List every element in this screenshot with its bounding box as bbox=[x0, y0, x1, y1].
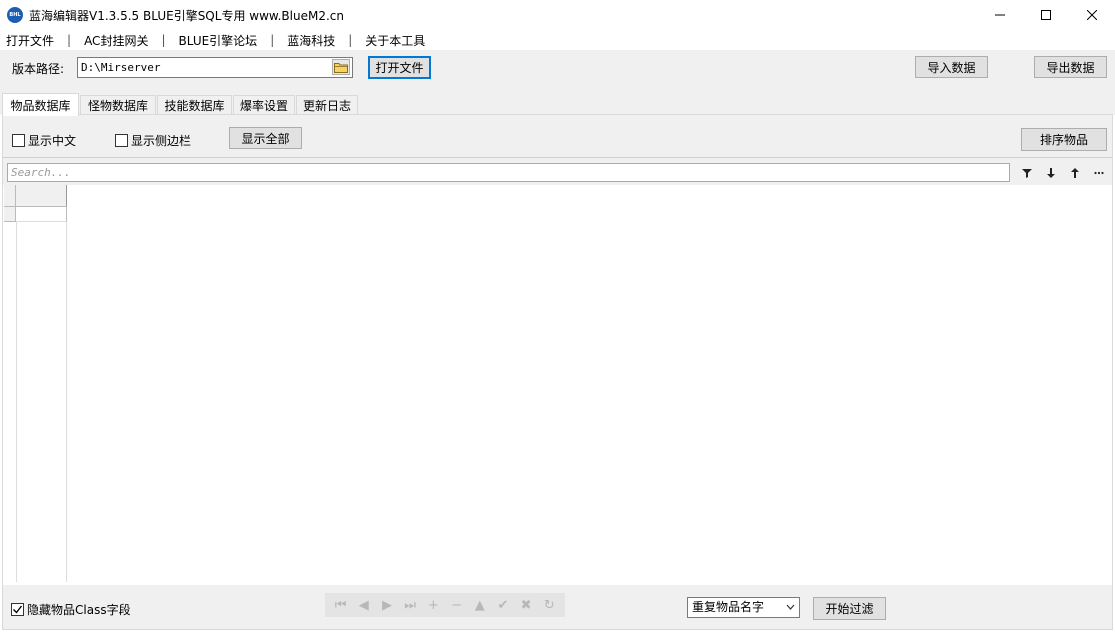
cancel-record-button[interactable]: ✖ bbox=[516, 595, 536, 615]
arrow-down-icon bbox=[1047, 167, 1055, 178]
menu-separator: | bbox=[67, 33, 72, 47]
tab-changelog[interactable]: 更新日志 bbox=[296, 95, 358, 115]
first-icon: ⏮ bbox=[334, 597, 347, 613]
import-data-button[interactable]: 导入数据 bbox=[915, 56, 988, 78]
item-toolbar: 显示中文 显示侧边栏 显示全部 排序物品 bbox=[3, 115, 1112, 157]
filter-icon bbox=[1022, 168, 1032, 178]
menu-lanhai-tech[interactable]: 蓝海科技 bbox=[287, 32, 335, 49]
path-label: 版本路径: bbox=[12, 62, 65, 76]
cross-icon: ✖ bbox=[520, 597, 532, 613]
grid-row-header[interactable] bbox=[4, 207, 16, 222]
sort-descending-button[interactable] bbox=[1039, 163, 1063, 182]
search-row: Search... bbox=[3, 157, 1112, 185]
chevron-down-icon bbox=[786, 598, 795, 624]
menu-separator: | bbox=[270, 33, 275, 47]
show-all-button[interactable]: 显示全部 bbox=[229, 127, 302, 149]
first-record-button[interactable]: ⏮ bbox=[331, 595, 351, 615]
checkbox-box-checked bbox=[11, 603, 24, 616]
menu-open-file[interactable]: 打开文件 bbox=[6, 32, 54, 49]
hide-class-label: 隐藏物品Class字段 bbox=[27, 603, 131, 617]
close-button[interactable] bbox=[1069, 0, 1115, 30]
show-sidebar-checkbox[interactable]: 显示侧边栏 bbox=[115, 132, 191, 149]
browse-folder-button[interactable] bbox=[332, 59, 350, 75]
grid-column-header[interactable] bbox=[16, 185, 67, 207]
folder-icon bbox=[334, 62, 348, 73]
checkbox-box bbox=[115, 134, 128, 147]
minimize-icon bbox=[995, 14, 1005, 16]
tab-panel: 显示中文 显示侧边栏 显示全部 排序物品 Search... 隐藏物品Class… bbox=[2, 114, 1113, 630]
sort-items-button[interactable]: 排序物品 bbox=[1021, 128, 1107, 151]
path-input[interactable]: D:\Mirserver bbox=[77, 57, 353, 78]
menu-separator: | bbox=[348, 33, 353, 47]
triangle-up-icon: ▲ bbox=[474, 597, 485, 613]
item-data-grid[interactable] bbox=[4, 185, 1111, 585]
prev-page-icon: ◀ bbox=[358, 597, 369, 613]
refresh-icon: ↻ bbox=[543, 597, 555, 613]
record-navigator: ⏮ ◀ ▶ ⏭ + − ▲ ✔ ✖ ↻ bbox=[325, 593, 565, 617]
more-options-button[interactable] bbox=[1087, 163, 1111, 182]
tab-item-database[interactable]: 物品数据库 bbox=[2, 93, 79, 116]
maximize-button[interactable] bbox=[1023, 0, 1069, 30]
search-tools bbox=[1015, 163, 1111, 182]
bottom-bar: 隐藏物品Class字段 ⏮ ◀ ▶ ⏭ + − ▲ ✔ ✖ ↻ 重复物品名字 开… bbox=[3, 585, 1112, 629]
tab-strip: 物品数据库 怪物数据库 技能数据库 爆率设置 更新日志 bbox=[0, 93, 1115, 116]
export-data-button[interactable]: 导出数据 bbox=[1034, 56, 1107, 78]
plus-icon: + bbox=[427, 597, 439, 613]
close-icon bbox=[1087, 10, 1097, 20]
tab-skill-database[interactable]: 技能数据库 bbox=[157, 95, 232, 115]
edit-record-button[interactable]: ▲ bbox=[470, 595, 490, 615]
checkmark-icon bbox=[13, 605, 23, 614]
prev-page-button[interactable]: ◀ bbox=[354, 595, 374, 615]
sort-ascending-button[interactable] bbox=[1063, 163, 1087, 182]
menu-blue-forum[interactable]: BLUE引擎论坛 bbox=[179, 32, 258, 49]
grid-corner[interactable] bbox=[4, 185, 16, 207]
next-page-icon: ▶ bbox=[381, 597, 392, 613]
add-record-button[interactable]: + bbox=[423, 595, 443, 615]
minimize-button[interactable] bbox=[977, 0, 1023, 30]
show-chinese-checkbox[interactable]: 显示中文 bbox=[12, 132, 76, 149]
show-sidebar-label: 显示侧边栏 bbox=[131, 134, 192, 148]
delete-record-button[interactable]: − bbox=[447, 595, 467, 615]
last-icon: ⏭ bbox=[404, 597, 416, 613]
post-record-button[interactable]: ✔ bbox=[493, 595, 513, 615]
next-page-button[interactable]: ▶ bbox=[377, 595, 397, 615]
last-record-button[interactable]: ⏭ bbox=[400, 595, 420, 615]
ellipsis-icon bbox=[1094, 171, 1104, 174]
path-bar: 版本路径: D:\Mirserver 打开文件 导入数据 导出数据 bbox=[0, 50, 1115, 93]
refresh-button[interactable]: ↻ bbox=[539, 595, 559, 615]
show-chinese-label: 显示中文 bbox=[28, 134, 77, 148]
grid-column bbox=[16, 222, 67, 582]
open-file-button[interactable]: 打开文件 bbox=[368, 56, 431, 79]
menu-about[interactable]: 关于本工具 bbox=[365, 32, 425, 49]
hide-class-checkbox[interactable]: 隐藏物品Class字段 bbox=[11, 601, 131, 618]
tab-monster-database[interactable]: 怪物数据库 bbox=[80, 95, 156, 115]
arrow-up-icon bbox=[1071, 167, 1079, 178]
title-bar: BHL 蓝海编辑器V1.3.5.5 BLUE引擎SQL专用 www.BlueM2… bbox=[0, 0, 1115, 30]
window-title: 蓝海编辑器V1.3.5.5 BLUE引擎SQL专用 www.BlueM2.cn bbox=[29, 8, 344, 23]
maximize-icon bbox=[1041, 10, 1051, 20]
checkbox-box bbox=[12, 134, 25, 147]
filter-mode-value: 重复物品名字 bbox=[692, 600, 765, 614]
search-input[interactable]: Search... bbox=[7, 163, 1010, 182]
menu-separator: | bbox=[161, 33, 166, 47]
filter-mode-select[interactable]: 重复物品名字 bbox=[687, 597, 800, 618]
start-filter-button[interactable]: 开始过滤 bbox=[813, 597, 886, 620]
grid-cell[interactable] bbox=[16, 207, 67, 222]
check-icon: ✔ bbox=[497, 597, 509, 613]
window-controls bbox=[977, 0, 1115, 30]
filter-button[interactable] bbox=[1015, 163, 1039, 182]
minus-icon: − bbox=[451, 597, 462, 613]
menu-ac-gateway[interactable]: AC封挂网关 bbox=[84, 32, 148, 49]
app-logo-icon: BHL bbox=[7, 7, 23, 23]
menu-bar: 打开文件 | AC封挂网关 | BLUE引擎论坛 | 蓝海科技 | 关于本工具 bbox=[0, 30, 1115, 50]
tab-drop-rate[interactable]: 爆率设置 bbox=[233, 95, 295, 115]
